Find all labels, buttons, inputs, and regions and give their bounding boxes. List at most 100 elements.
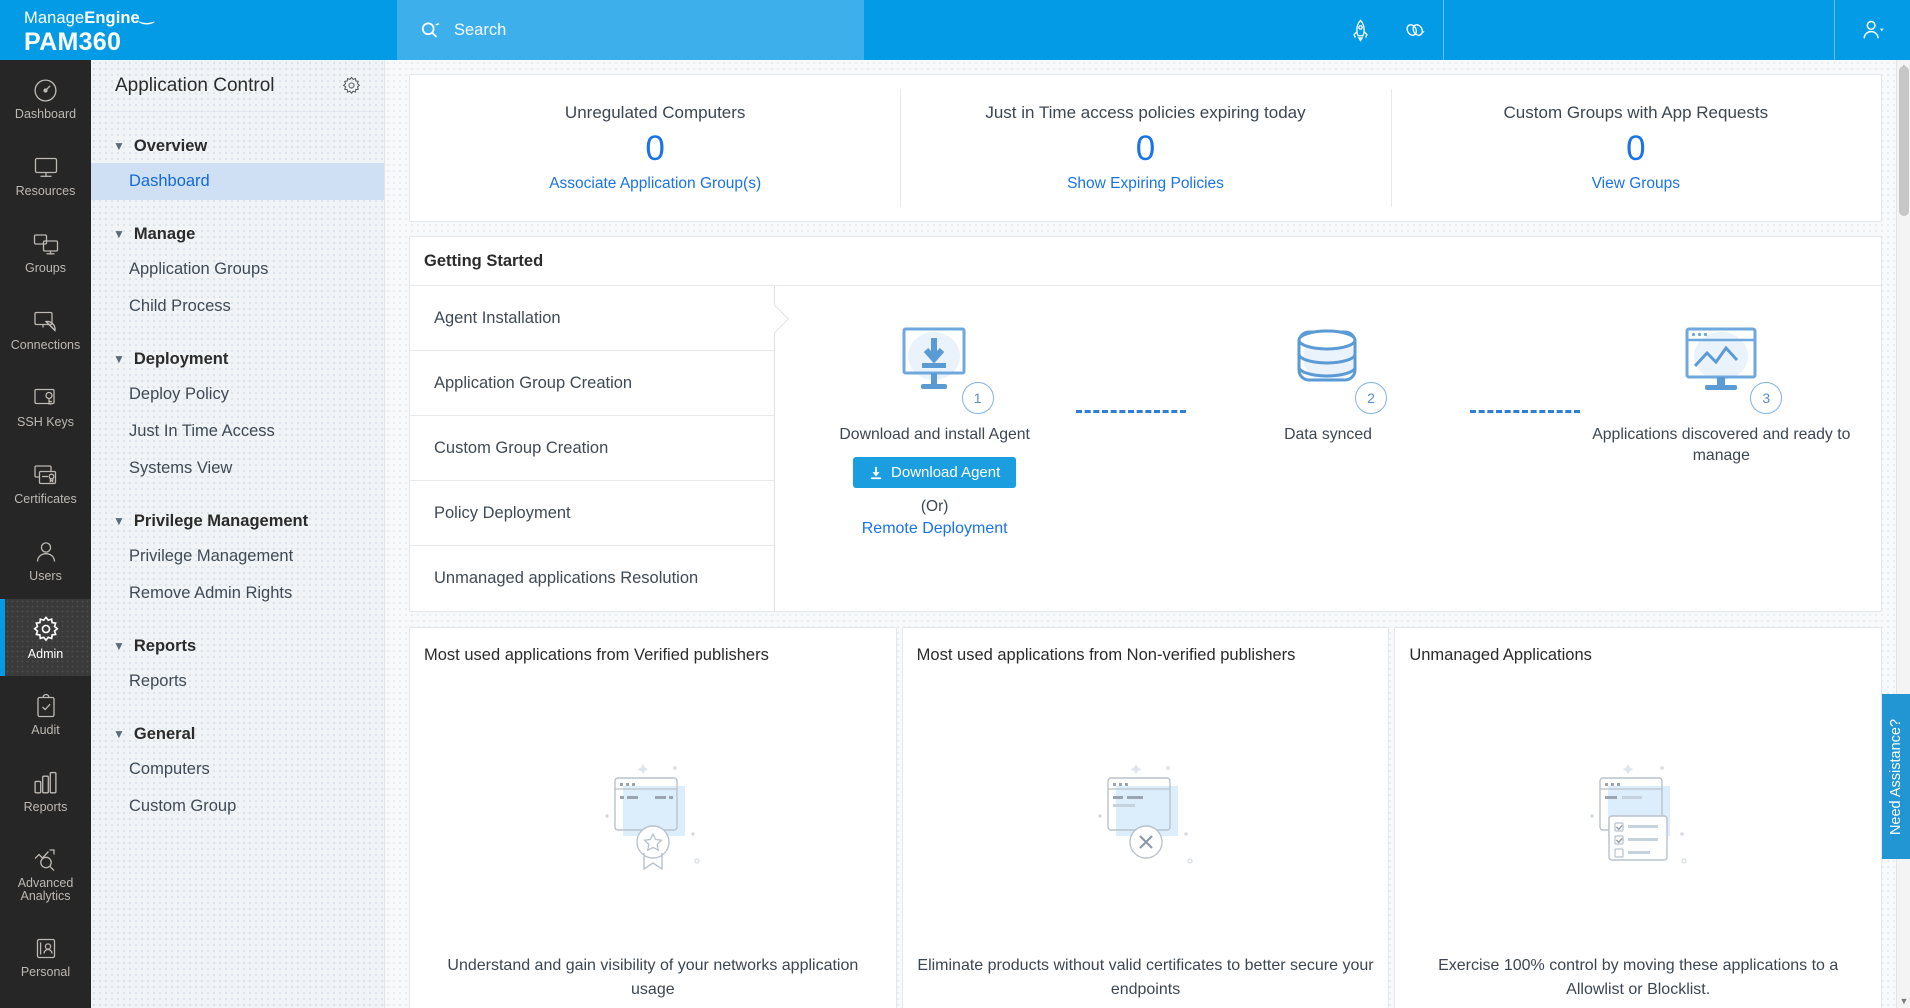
- getting-started-title: Getting Started: [410, 237, 1881, 286]
- nav-group-label: Reports: [134, 637, 196, 656]
- stat-card-jit-expiring: Just in Time access policies expiring to…: [900, 75, 1390, 221]
- step-application-group-creation[interactable]: Application Group Creation: [410, 351, 774, 416]
- step-policy-deployment[interactable]: Policy Deployment: [410, 481, 774, 546]
- download-icon: [869, 466, 883, 480]
- sidebar-item-dashboard[interactable]: Dashboard: [91, 163, 384, 200]
- step-unmanaged-applications-resolution[interactable]: Unmanaged applications Resolution: [410, 546, 774, 611]
- view-groups-link[interactable]: View Groups: [1592, 175, 1680, 193]
- download-agent-button[interactable]: Download Agent: [853, 457, 1016, 488]
- nav-group-header[interactable]: ▼ General: [91, 718, 384, 751]
- sidebar-label: Reports: [24, 801, 68, 814]
- sidebar-item-systems-view[interactable]: Systems View: [91, 450, 384, 487]
- card-verified-publishers: Most used applications from Verified pub…: [409, 627, 897, 1008]
- card-title: Most used applications from Verified pub…: [410, 628, 896, 665]
- chevron-down-icon: ▼: [113, 140, 125, 152]
- sidebar-item-connections[interactable]: Connections: [0, 291, 91, 368]
- sidebar-item-groups[interactable]: Groups: [0, 214, 91, 291]
- wizard-caption: Data synced: [1284, 424, 1372, 445]
- sidebar-item-custom-group[interactable]: Custom Group: [91, 788, 384, 825]
- wizard-caption: Applications discovered and ready to man…: [1580, 424, 1863, 466]
- sidebar-item-dashboard[interactable]: Dashboard: [0, 60, 91, 137]
- sidebar-item-privilege-management[interactable]: Privilege Management: [91, 538, 384, 575]
- search-box[interactable]: [397, 0, 864, 60]
- stat-card-unregulated-computers: Unregulated Computers 0 Associate Applic…: [410, 75, 900, 221]
- top-bar-spacer: [864, 0, 1333, 60]
- sidebar-label: Dashboard: [15, 108, 76, 121]
- page-scrollbar[interactable]: ▲ ▼: [1896, 60, 1910, 1008]
- sidebar-item-audit[interactable]: Audit: [0, 676, 91, 753]
- sidebar-item-certificates[interactable]: Certificates: [0, 445, 91, 522]
- step-number-badge: 1: [962, 382, 994, 414]
- sidebar-item-personal[interactable]: Personal: [0, 918, 91, 995]
- stat-value: 0: [1136, 127, 1155, 171]
- stat-value: 0: [1626, 127, 1645, 171]
- nav-group-header[interactable]: ▼Manage: [91, 218, 384, 251]
- chevron-down-icon: ▼: [113, 515, 125, 527]
- scroll-down-arrow[interactable]: ▼: [1897, 994, 1910, 1008]
- brand-logo[interactable]: ManageEngine‿ PAM360: [0, 0, 397, 60]
- card-unmanaged-applications: Unmanaged Applications: [1394, 627, 1882, 1008]
- sidebar-item-deploy-policy[interactable]: Deploy Policy: [91, 376, 384, 413]
- wizard-step-2: 2 Data synced: [1186, 312, 1469, 589]
- associate-application-groups-link[interactable]: Associate Application Group(s): [549, 175, 761, 193]
- stat-label: Unregulated Computers: [565, 103, 745, 123]
- sidebar-item-admin[interactable]: Admin: [0, 599, 91, 676]
- monitor-download-icon: 1: [890, 312, 980, 408]
- sidebar-label: Connections: [11, 339, 81, 352]
- step-label: Application Group Creation: [434, 374, 632, 393]
- sidebar-item-ssh-keys[interactable]: SSH Keys: [0, 368, 91, 445]
- or-text: (Or): [921, 498, 949, 516]
- nav-group-label: General: [134, 725, 195, 744]
- sidebar-item-resources[interactable]: Resources: [0, 137, 91, 214]
- stat-value: 0: [645, 127, 664, 171]
- getting-started-step-list: Agent Installation Application Group Cre…: [410, 286, 775, 611]
- sidebar-item-application-groups[interactable]: Application Groups: [91, 251, 384, 288]
- nav-group-header[interactable]: ▼Deployment: [91, 343, 384, 376]
- step-custom-group-creation[interactable]: Custom Group Creation: [410, 416, 774, 481]
- sidebar-item-reports[interactable]: Reports: [0, 753, 91, 830]
- header-divider-1: [1443, 0, 1444, 60]
- sidebar-label: Groups: [25, 262, 66, 275]
- sidebar-item-just-in-time-access[interactable]: Just In Time Access: [91, 413, 384, 450]
- sidebar-item-users[interactable]: Users: [0, 522, 91, 599]
- sidebar-item-reports[interactable]: Reports: [91, 663, 384, 700]
- gear-icon[interactable]: [341, 75, 362, 96]
- sidebar-item-computers[interactable]: Computers: [91, 751, 384, 788]
- sidebar-label: Personal: [21, 966, 70, 979]
- link-icon[interactable]: [1388, 0, 1443, 60]
- nav-group-overview: ▼ Overview Dashboard: [91, 130, 384, 200]
- step-agent-installation[interactable]: Agent Installation: [410, 286, 774, 351]
- sidebar-label: Users: [29, 570, 62, 583]
- rocket-icon[interactable]: [1333, 0, 1388, 60]
- sidebar-label: Resources: [16, 185, 76, 198]
- need-assistance-tab[interactable]: Need Assistance?: [1882, 694, 1910, 859]
- connector-2: [1470, 312, 1580, 589]
- nav-group-privilege-management: ▼Privilege Management Privilege Manageme…: [91, 505, 384, 612]
- page-title: Application Control: [115, 75, 274, 97]
- user-account-icon[interactable]: [1835, 0, 1910, 60]
- show-expiring-policies-link[interactable]: Show Expiring Policies: [1067, 175, 1224, 193]
- getting-started-wizard: 1 Download and install Agent Download Ag…: [775, 286, 1881, 611]
- summary-cards: Unregulated Computers 0 Associate Applic…: [409, 74, 1882, 222]
- nav-group-header[interactable]: ▼Privilege Management: [91, 505, 384, 538]
- nav-group-header[interactable]: ▼Reports: [91, 630, 384, 663]
- sidebar-item-child-process[interactable]: Child Process: [91, 288, 384, 325]
- card-caption: Exercise 100% control by moving these ap…: [1409, 954, 1867, 1002]
- insight-cards: Most used applications from Verified pub…: [409, 627, 1882, 1008]
- connector-1: [1076, 312, 1186, 589]
- sidebar-item-remove-admin-rights[interactable]: Remove Admin Rights: [91, 575, 384, 612]
- window-checklist-icon: [1395, 758, 1881, 883]
- need-assistance-label: Need Assistance?: [1888, 718, 1904, 834]
- remote-deployment-link[interactable]: Remote Deployment: [862, 520, 1008, 538]
- header-icon-group: [1333, 0, 1910, 60]
- scrollbar-thumb[interactable]: [1899, 66, 1909, 216]
- sidebar-label: Advanced Analytics: [0, 877, 91, 903]
- step-label: Policy Deployment: [434, 504, 571, 523]
- nav-group-header[interactable]: ▼ Overview: [91, 130, 384, 163]
- sidebar-item-advanced-analytics[interactable]: Advanced Analytics: [0, 830, 91, 918]
- search-input[interactable]: [454, 21, 842, 40]
- chevron-down-icon: ▼: [113, 728, 125, 740]
- nav-group-label: Overview: [134, 137, 207, 156]
- nav-group-general: ▼ General Computers Custom Group: [91, 718, 384, 825]
- sidebar-label: Certificates: [14, 493, 77, 506]
